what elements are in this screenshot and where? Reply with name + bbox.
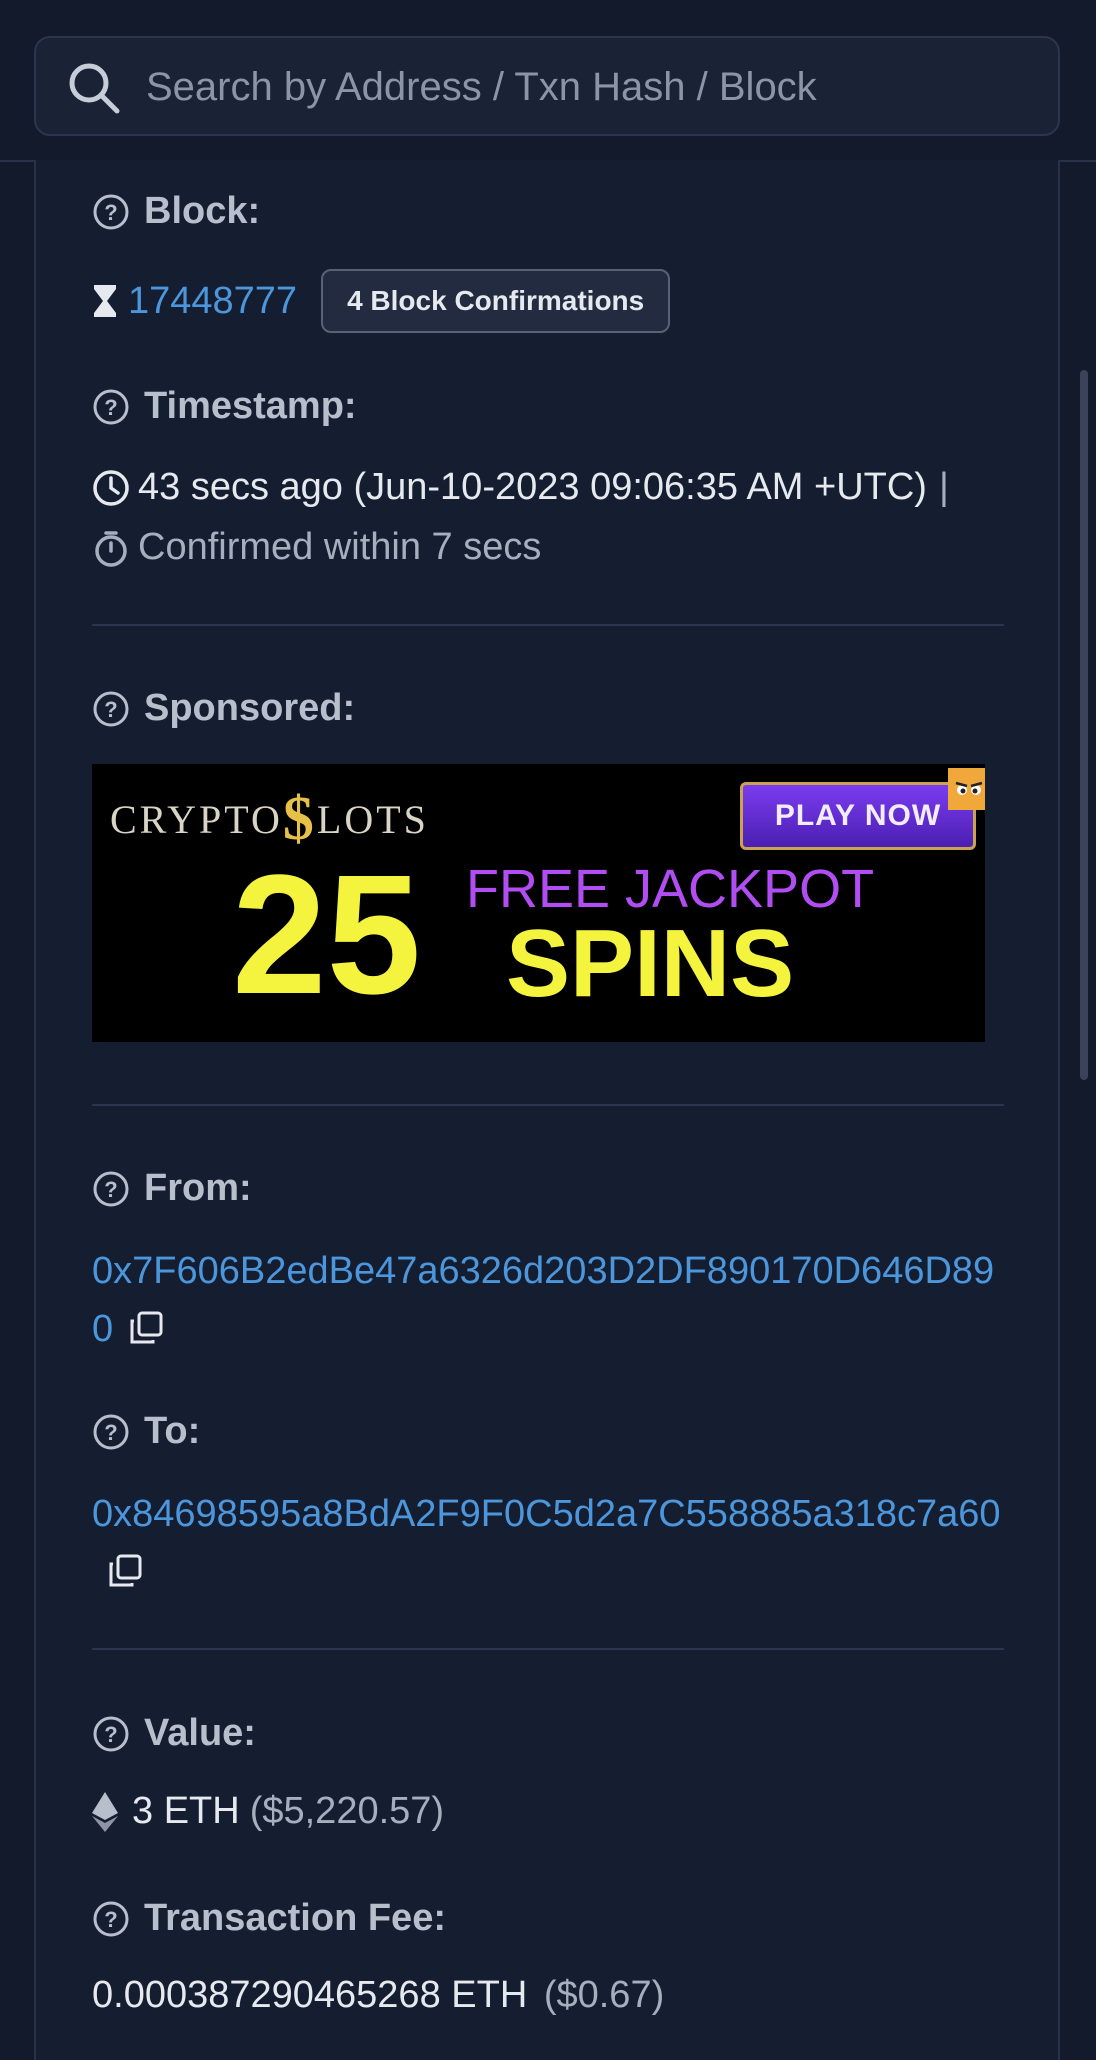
divider (92, 1104, 1004, 1106)
timestamp-line: 43 secs ago (Jun-10-2023 09:06:35 AM +UT… (92, 466, 949, 509)
timestamp-value: 43 secs ago (Jun-10-2023 09:06:35 AM +UT… (138, 466, 927, 508)
svg-text:?: ? (104, 200, 117, 225)
svg-text:?: ? (104, 697, 117, 722)
svg-text:?: ? (104, 1177, 117, 1202)
clock-icon (93, 469, 129, 506)
block-label: ? Block: (92, 190, 260, 233)
confirmed-within-text: Confirmed within 7 secs (138, 526, 542, 568)
confirmed-within-line: Confirmed within 7 secs (92, 526, 541, 569)
value-usd: ($5,220.57) (249, 1790, 445, 1832)
value-amount: 3 ETH (132, 1790, 240, 1832)
svg-text:?: ? (104, 395, 117, 420)
hourglass-icon (94, 285, 116, 317)
transaction-details-card (34, 160, 1060, 2060)
transaction-fee-row: 0.000387290465268 ETH ($0.67) (92, 1974, 664, 2017)
question-icon[interactable]: ? (92, 193, 130, 231)
svg-text:?: ? (104, 1907, 117, 1932)
question-icon[interactable]: ? (92, 1413, 130, 1451)
question-icon[interactable]: ? (92, 1900, 130, 1938)
ad-number: 25 (232, 840, 422, 1030)
svg-text:?: ? (104, 1722, 117, 1747)
stopwatch-icon (95, 530, 127, 567)
ethereum-icon (92, 1791, 118, 1832)
fee-amount: 0.000387290465268 ETH (92, 1974, 528, 2016)
from-address-link[interactable]: 0x7F606B2edBe47a6326d203D2DF890170D646D8… (92, 1250, 994, 1350)
ad-subheadline: SPINS (506, 910, 795, 1017)
header-bar (0, 0, 1096, 162)
sponsored-label: ? Sponsored: (92, 687, 355, 730)
timestamp-label: ? Timestamp: (92, 385, 357, 428)
search-icon[interactable] (66, 60, 122, 116)
timestamp-separator: | (938, 466, 949, 508)
divider (92, 1648, 1004, 1650)
question-icon[interactable]: ? (92, 388, 130, 426)
value-label: ? Value: (92, 1712, 256, 1755)
fee-usd: ($0.67) (543, 1974, 665, 2016)
to-address-link[interactable]: 0x84698595a8BdA2F9F0C5d2a7C558885a318c7a… (92, 1493, 1001, 1535)
question-icon[interactable]: ? (92, 1715, 130, 1753)
search-input[interactable] (144, 56, 878, 118)
search-box[interactable] (34, 36, 1060, 136)
from-label: ? From: (92, 1167, 252, 1210)
ad-mascot-icon (948, 768, 985, 810)
divider (92, 624, 1004, 626)
svg-text:?: ? (104, 1420, 117, 1445)
transaction-fee-label: ? Transaction Fee: (92, 1897, 446, 1940)
question-icon[interactable]: ? (92, 1170, 130, 1208)
to-label: ? To: (92, 1410, 200, 1453)
sponsored-ad-banner[interactable]: CRYPTO$LOTS PLAY NOW 25 FREE JACKPOT SPI… (92, 764, 985, 1042)
copy-icon[interactable] (106, 1552, 144, 1590)
question-icon[interactable]: ? (92, 690, 130, 728)
from-address-row: 0x7F606B2edBe47a6326d203D2DF890170D646D8… (92, 1242, 1012, 1358)
confirmations-badge: 4 Block Confirmations (321, 269, 671, 333)
value-row: 3 ETH ($5,220.57) (92, 1790, 444, 1833)
block-row: 17448777 4 Block Confirmations (92, 266, 671, 336)
to-address-row: 0x84698595a8BdA2F9F0C5d2a7C558885a318c7a… (92, 1485, 1012, 1601)
copy-icon[interactable] (127, 1309, 165, 1347)
scrollbar[interactable] (1080, 370, 1088, 1080)
ad-play-now-button[interactable]: PLAY NOW (740, 782, 976, 850)
block-number-link[interactable]: 17448777 (128, 280, 297, 323)
